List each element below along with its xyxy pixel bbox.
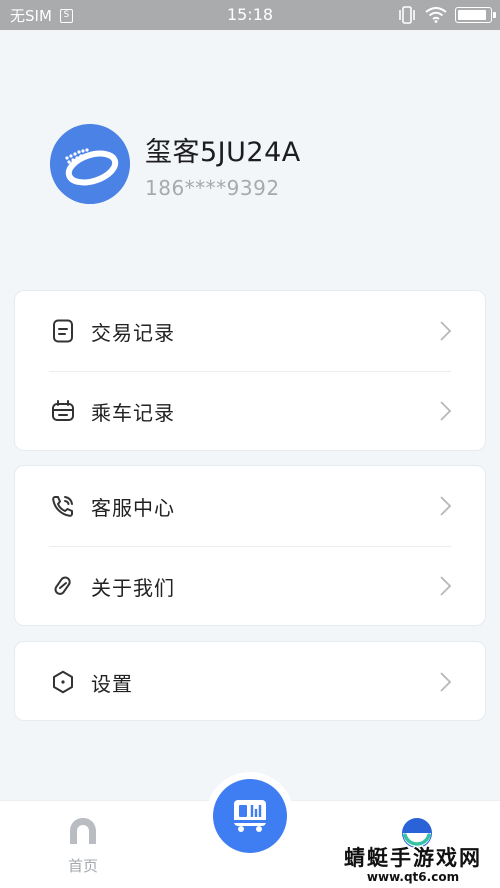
chevron-right-icon (440, 321, 452, 341)
chevron-right-icon (440, 576, 452, 596)
watermark-line2: www.qt6.com (366, 870, 460, 884)
menu-item-about-us[interactable]: 关于我们 (15, 546, 485, 626)
menu-label-about-us: 关于我们 (91, 575, 175, 600)
battery-level (458, 10, 486, 20)
settings-card: 设置 (14, 641, 486, 721)
link-icon (51, 574, 75, 598)
records-card: 交易记录 乘车记录 (14, 290, 486, 451)
phone-icon (51, 494, 75, 518)
bus-card-icon (51, 399, 75, 423)
support-card: 客服中心 关于我们 (14, 465, 486, 626)
chevron-right-icon (440, 496, 452, 516)
receipt-icon (51, 319, 75, 343)
watermark-line1: 蜻蜓手游戏网 (344, 846, 482, 870)
watermark: 蜻蜓手游戏网 www.qt6.com (344, 842, 482, 884)
app-logo-icon (50, 124, 130, 204)
menu-item-customer-service[interactable]: 客服中心 (15, 466, 485, 546)
menu-label-trade-records: 交易记录 (91, 320, 175, 345)
bus-qr-icon (234, 800, 266, 832)
menu-label-ride-records: 乘车记录 (91, 400, 175, 425)
wifi-icon (425, 7, 447, 23)
menu-item-ride-records[interactable]: 乘车记录 (15, 371, 485, 451)
status-bar: 无SIM S 15:18 (0, 0, 500, 30)
username: 玺客5JU24A (145, 137, 301, 168)
home-arch-icon (70, 818, 96, 844)
menu-item-trade-records[interactable]: 交易记录 (15, 291, 485, 371)
vibrate-icon (399, 6, 415, 24)
tab-home[interactable]: 首页 (55, 817, 111, 876)
menu-item-settings[interactable]: 设置 (15, 642, 485, 722)
phone-number: 186****9392 (145, 176, 280, 200)
battery-icon (455, 7, 496, 23)
menu-label-customer-service: 客服中心 (91, 495, 175, 520)
chevron-right-icon (440, 672, 452, 692)
chevron-right-icon (440, 401, 452, 421)
menu-label-settings: 设置 (91, 671, 133, 696)
hexagon-settings-icon (51, 670, 75, 694)
scan-ride-button[interactable] (213, 779, 287, 853)
tab-home-label: 首页 (67, 857, 98, 875)
avatar[interactable] (50, 124, 130, 204)
